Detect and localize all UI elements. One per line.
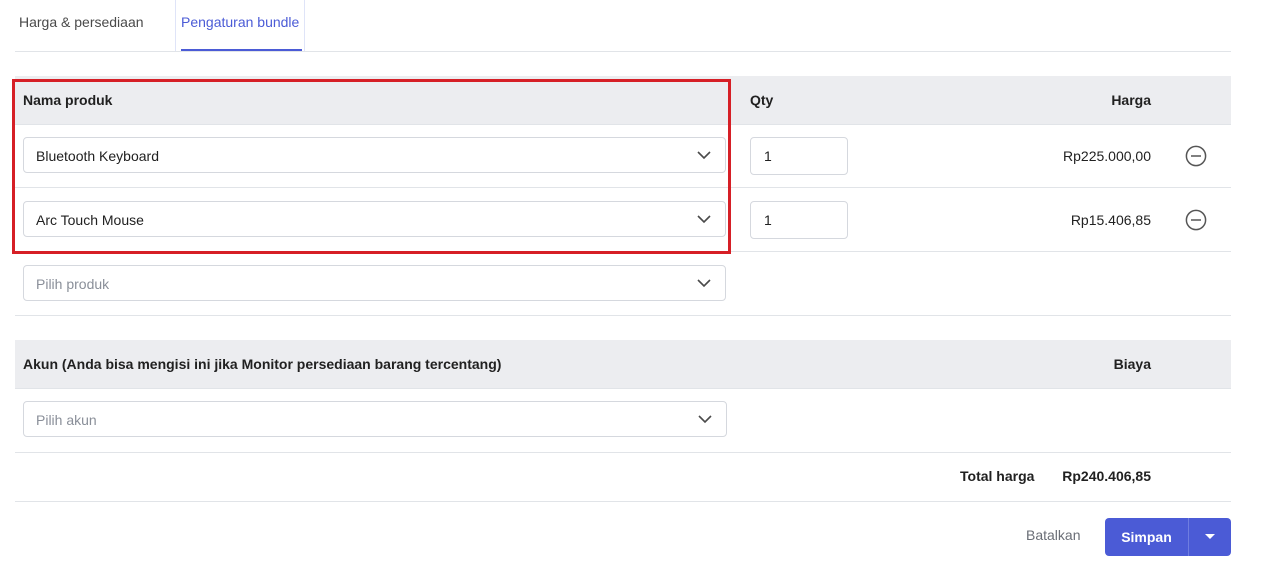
- total-value: Rp240.406,85: [1062, 468, 1151, 484]
- save-options-button[interactable]: [1189, 518, 1231, 556]
- header-qty: Qty: [750, 92, 774, 108]
- tab-bar: Harga & persediaan Pengaturan bundle: [0, 0, 1231, 52]
- account-table-header: Akun (Anda bisa mengisi ini jika Monitor…: [15, 340, 1231, 389]
- price-row-2: Rp15.406,85: [1070, 212, 1151, 228]
- tab-harga-persediaan[interactable]: Harga & persediaan: [19, 0, 144, 51]
- add-product-select[interactable]: Pilih produk: [23, 265, 726, 301]
- tabs-divider: [15, 51, 1231, 52]
- header-biaya: Biaya: [1113, 356, 1151, 372]
- save-button-group: Simpan: [1105, 518, 1231, 556]
- row-divider: [15, 315, 1231, 316]
- header-harga: Harga: [1111, 92, 1151, 108]
- row-divider: [15, 452, 1231, 453]
- remove-row-2-icon[interactable]: [1185, 209, 1207, 231]
- tab-pengaturan-bundle[interactable]: Pengaturan bundle: [175, 0, 305, 51]
- add-product-placeholder: Pilih produk: [36, 276, 110, 292]
- total-label: Total harga: [960, 468, 1035, 484]
- highlight-box: [12, 79, 731, 254]
- price-row-1: Rp225.000,00: [1063, 148, 1151, 164]
- cancel-button[interactable]: Batalkan: [1026, 527, 1080, 543]
- account-placeholder: Pilih akun: [36, 412, 97, 428]
- account-select[interactable]: Pilih akun: [23, 401, 727, 437]
- chevron-down-icon: [698, 415, 712, 424]
- qty-input-row-2[interactable]: 1: [750, 201, 848, 239]
- total-divider: [15, 501, 1231, 502]
- remove-row-1-icon[interactable]: [1185, 145, 1207, 167]
- tab-label: Pengaturan bundle: [181, 14, 300, 30]
- header-akun: Akun (Anda bisa mengisi ini jika Monitor…: [23, 356, 502, 372]
- caret-down-icon: [1205, 534, 1215, 539]
- qty-input-row-1[interactable]: 1: [750, 137, 848, 175]
- save-button[interactable]: Simpan: [1105, 518, 1188, 556]
- chevron-down-icon: [697, 279, 711, 288]
